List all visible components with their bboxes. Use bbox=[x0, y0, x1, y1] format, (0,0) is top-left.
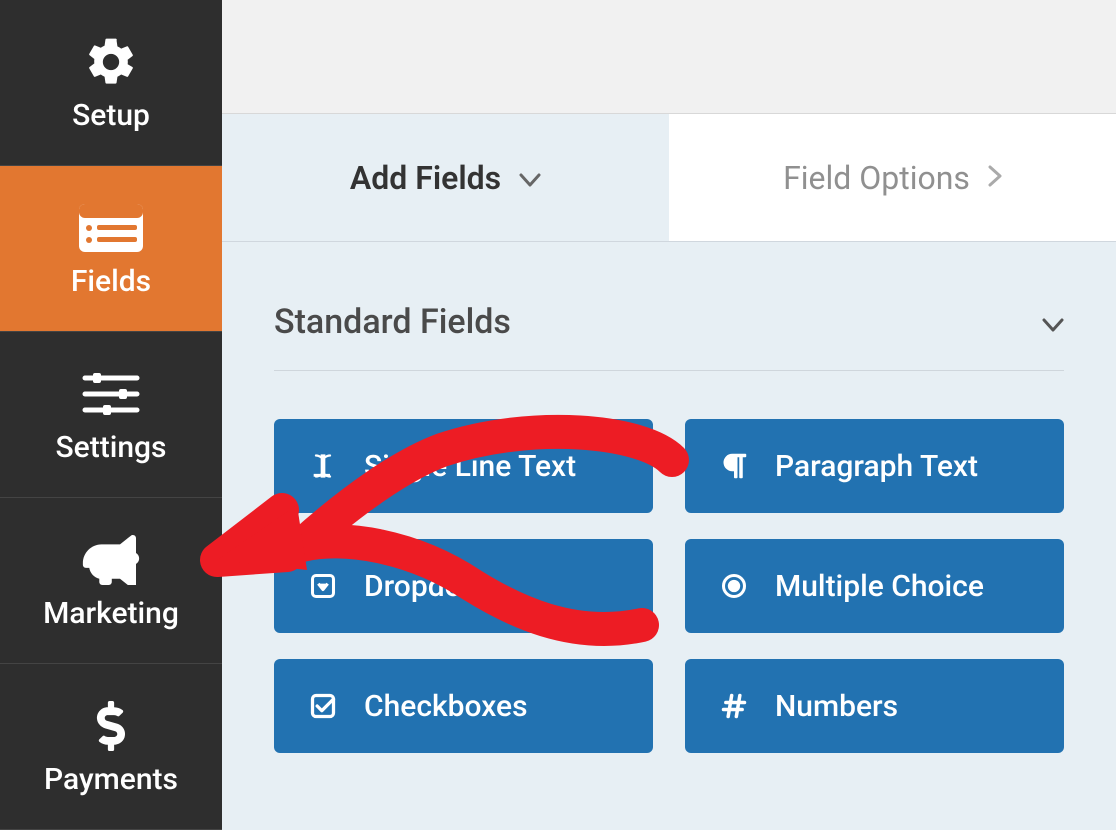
field-grid: Single Line Text Paragraph Text Dropdown… bbox=[274, 419, 1064, 753]
dollar-icon bbox=[95, 696, 127, 756]
chevron-down-icon bbox=[519, 161, 541, 194]
list-form-icon bbox=[75, 198, 147, 258]
hash-icon bbox=[717, 689, 751, 723]
check-square-icon bbox=[306, 689, 340, 723]
field-label: Checkboxes bbox=[364, 689, 528, 724]
tab-field-options[interactable]: Field Options bbox=[669, 114, 1116, 241]
sidebar-item-label: Settings bbox=[55, 430, 166, 465]
sidebar-item-label: Setup bbox=[72, 98, 150, 133]
field-label: Multiple Choice bbox=[775, 569, 984, 604]
sidebar-item-fields[interactable]: Fields bbox=[0, 166, 222, 332]
sidebar-item-marketing[interactable]: Marketing bbox=[0, 498, 222, 664]
standard-fields-section: Standard Fields Single Line Text Paragra… bbox=[222, 242, 1116, 793]
field-numbers[interactable]: Numbers bbox=[685, 659, 1064, 753]
field-label: Paragraph Text bbox=[775, 449, 978, 484]
tabs: Add Fields Field Options bbox=[222, 114, 1116, 242]
field-label: Single Line Text bbox=[364, 449, 576, 484]
sidebar-item-payments[interactable]: Payments bbox=[0, 664, 222, 830]
field-paragraph-text[interactable]: Paragraph Text bbox=[685, 419, 1064, 513]
gear-icon bbox=[83, 32, 139, 92]
radio-dot-icon bbox=[717, 569, 751, 603]
chevron-right-icon bbox=[988, 161, 1002, 194]
section-title: Standard Fields bbox=[274, 302, 511, 342]
field-label: Dropdown bbox=[364, 569, 501, 604]
bullhorn-icon bbox=[81, 530, 141, 590]
sidebar-item-label: Fields bbox=[71, 264, 151, 299]
field-label: Numbers bbox=[775, 689, 898, 724]
main-panel: Add Fields Field Options Standard Fields bbox=[222, 0, 1116, 830]
sidebar-item-setup[interactable]: Setup bbox=[0, 0, 222, 166]
top-bar bbox=[222, 0, 1116, 114]
field-checkboxes[interactable]: Checkboxes bbox=[274, 659, 653, 753]
paragraph-icon bbox=[717, 449, 751, 483]
field-multiple-choice[interactable]: Multiple Choice bbox=[685, 539, 1064, 633]
sidebar: Setup Fields bbox=[0, 0, 222, 830]
sidebar-item-settings[interactable]: Settings bbox=[0, 332, 222, 498]
tab-add-fields[interactable]: Add Fields bbox=[222, 114, 669, 241]
sidebar-item-label: Payments bbox=[44, 762, 178, 797]
field-dropdown[interactable]: Dropdown bbox=[274, 539, 653, 633]
sliders-icon bbox=[81, 364, 141, 424]
tab-label: Field Options bbox=[783, 159, 970, 197]
text-cursor-icon bbox=[306, 449, 340, 483]
sidebar-item-label: Marketing bbox=[43, 596, 179, 631]
caret-down-square-icon bbox=[306, 569, 340, 603]
section-header[interactable]: Standard Fields bbox=[274, 302, 1064, 371]
chevron-down-icon bbox=[1042, 305, 1064, 340]
tab-label: Add Fields bbox=[350, 159, 501, 197]
field-single-line-text[interactable]: Single Line Text bbox=[274, 419, 653, 513]
